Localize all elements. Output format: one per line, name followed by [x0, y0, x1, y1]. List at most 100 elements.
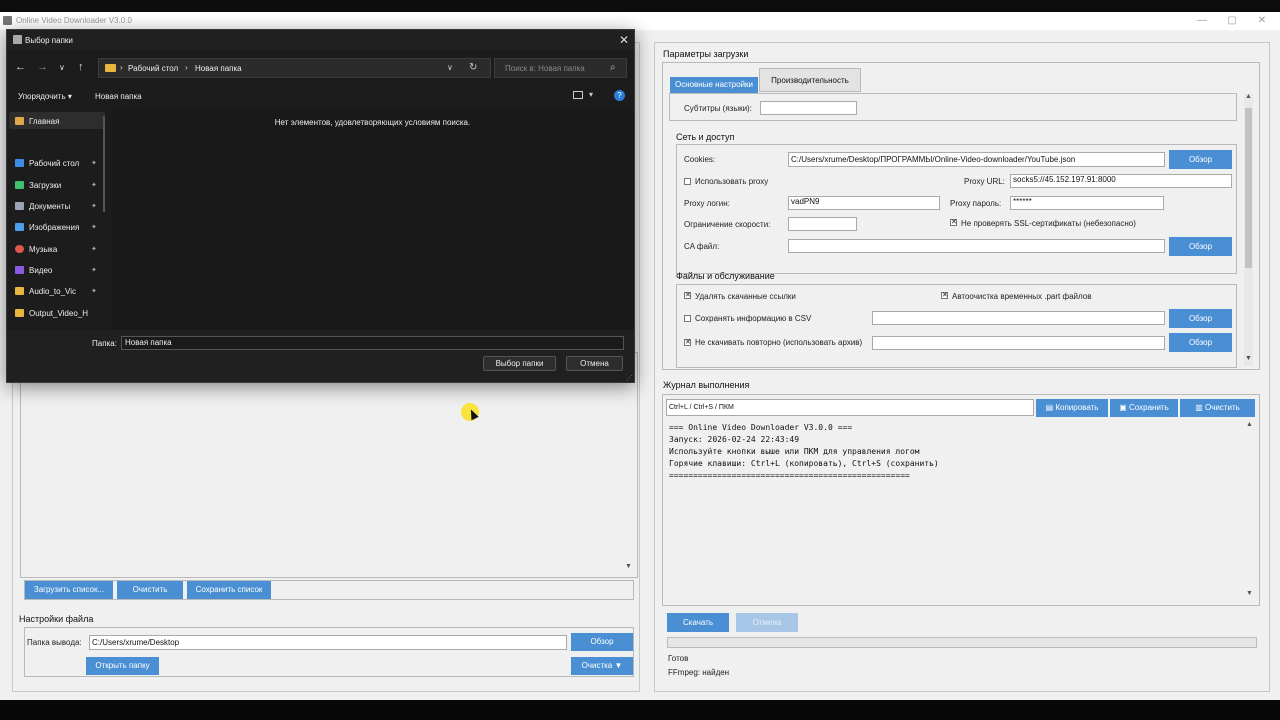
minimize-icon[interactable]: —	[1190, 14, 1214, 28]
speed-limit-input[interactable]	[788, 217, 857, 231]
open-folder-button[interactable]: Открыть папку	[86, 657, 159, 675]
delete-links-checkbox[interactable]: ✕	[684, 292, 691, 299]
clear-list-button[interactable]: Очистить	[117, 581, 183, 599]
autoclean-label: Автоочистка временных .part файлов	[952, 292, 1092, 301]
cookies-input[interactable]: C:/Users/xrume/Desktop/ПРОГРАММЫ/Online-…	[788, 152, 1165, 167]
dialog-app-icon	[13, 35, 22, 44]
up-arrow-icon[interactable]: ↑	[78, 61, 84, 73]
log-hint-field: Ctrl+L / Ctrl+S / ПКМ	[666, 399, 1034, 416]
save-icon: ▣	[1119, 403, 1129, 412]
log-copy-button[interactable]: ▤ Копировать	[1036, 399, 1108, 417]
dialog-file-list[interactable]: Нет элементов, удовлетворяющих условиям …	[111, 110, 634, 330]
sidebar-item-audio-folder[interactable]: Audio_to_Vic	[15, 287, 76, 296]
search-icon: ⌕	[610, 62, 616, 73]
save-list-button[interactable]: Сохранить список	[187, 581, 271, 599]
save-csv-checkbox[interactable]	[684, 315, 691, 322]
proxy-password-input[interactable]: ******	[1010, 196, 1164, 210]
pin-icon: ✦	[91, 160, 97, 167]
back-arrow-icon[interactable]: ←	[15, 61, 26, 73]
tab-performance[interactable]: Производительность	[759, 68, 861, 92]
dialog-sidebar: Главная Рабочий стол ✦ Загрузки ✦ Докуме…	[7, 110, 107, 330]
file-settings-title: Настройки файла	[19, 614, 94, 624]
view-dropdown-icon[interactable]: ▾	[589, 90, 593, 99]
progress-bar	[667, 637, 1257, 648]
scroll-down-icon[interactable]: ▼	[625, 563, 632, 570]
params-scrollbar[interactable]	[1244, 94, 1253, 366]
params-scroll-thumb[interactable]	[1245, 108, 1252, 268]
help-icon[interactable]: ?	[614, 90, 625, 101]
forward-arrow-icon[interactable]: →	[37, 61, 48, 73]
new-folder-button[interactable]: Новая папка	[95, 92, 142, 101]
sidebar-item-downloads[interactable]: Загрузки	[15, 181, 61, 190]
ca-file-input[interactable]	[788, 239, 1165, 253]
sidebar-item-desktop[interactable]: Рабочий стол	[15, 159, 79, 168]
scroll-down-icon[interactable]: ▼	[1245, 355, 1252, 362]
sidebar-scrollbar[interactable]	[103, 116, 105, 212]
delete-links-label: Удалять скачанные ссылки	[695, 292, 796, 301]
dialog-close-icon[interactable]: ✕	[619, 33, 629, 47]
ca-browse-button[interactable]: Обзор	[1169, 237, 1232, 256]
subtitles-input[interactable]	[760, 101, 857, 115]
load-list-button[interactable]: Загрузить список...	[25, 581, 113, 599]
cookies-browse-button[interactable]: Обзор	[1169, 150, 1232, 169]
address-dropdown-icon[interactable]: ∨	[447, 63, 453, 72]
subtitles-box	[669, 93, 1237, 121]
cancel-download-button[interactable]: Отмена	[736, 613, 798, 632]
dialog-search-box[interactable]: Поиск в: Новая папка ⌕	[494, 58, 627, 78]
resize-grip-icon[interactable]: ⋰	[626, 374, 633, 382]
maximize-icon[interactable]: ▢	[1220, 14, 1244, 28]
ffmpeg-status: FFmpeg: найден	[668, 668, 730, 677]
folder-name-input[interactable]: Новая папка	[121, 336, 624, 350]
app-icon	[3, 16, 12, 25]
screen-bottom-strip	[0, 700, 1280, 720]
app-titlebar: Online Video Downloader V3.0.0 — ▢ ✕	[0, 12, 1280, 30]
folder-icon	[15, 287, 24, 295]
sidebar-item-documents[interactable]: Документы	[15, 202, 70, 211]
sidebar-item-music[interactable]: Музыка	[15, 245, 57, 254]
proxy-url-label: Proxy URL:	[964, 177, 1005, 186]
log-line: Горячие клавиши: Ctrl+L (копировать), Ct…	[669, 459, 939, 468]
use-proxy-checkbox[interactable]	[684, 178, 691, 185]
no-redownload-checkbox[interactable]: ✕	[684, 339, 691, 346]
log-save-button[interactable]: ▣ Сохранить	[1110, 399, 1178, 417]
sidebar-item-video[interactable]: Видео	[15, 266, 52, 275]
output-browse-button[interactable]: Обзор	[571, 633, 633, 651]
select-folder-button[interactable]: Выбор папки	[483, 356, 556, 371]
refresh-icon[interactable]: ↻	[469, 62, 477, 73]
download-button[interactable]: Скачать	[667, 613, 729, 632]
proxy-login-input[interactable]: vadPN9	[788, 196, 940, 210]
url-list-area[interactable]: ▼	[20, 352, 638, 578]
recent-chevron-icon[interactable]: ∨	[59, 63, 65, 72]
tab-main-settings[interactable]: Основные настройки	[670, 77, 758, 93]
archive-browse-button[interactable]: Обзор	[1169, 333, 1232, 352]
sidebar-item-images[interactable]: Изображения	[15, 223, 79, 232]
log-scroll-down-icon[interactable]: ▼	[1246, 590, 1253, 597]
pin-icon: ✦	[91, 267, 97, 274]
close-icon[interactable]: ✕	[1250, 14, 1274, 28]
cleanup-dropdown-button[interactable]: Очистка ▼	[571, 657, 633, 675]
sidebar-item-home[interactable]: Главная	[15, 117, 59, 126]
proxy-url-input[interactable]: socks5://45.152.197.91:8000	[1010, 174, 1232, 188]
view-mode-icon[interactable]	[573, 91, 583, 99]
csv-path-input[interactable]	[872, 311, 1165, 325]
music-icon	[15, 245, 24, 253]
address-bar[interactable]: › Рабочий стол › Новая папка ∨ ↻	[98, 58, 491, 78]
folder-field-label: Папка:	[92, 339, 117, 348]
output-folder-input[interactable]: C:/Users/xrume/Desktop	[89, 635, 567, 650]
dialog-cancel-button[interactable]: Отмена	[566, 356, 623, 371]
screen-top-strip	[0, 0, 1280, 12]
no-redownload-label: Не скачивать повторно (использовать архи…	[695, 338, 863, 347]
organize-menu[interactable]: Упорядочить ▾	[18, 92, 72, 101]
ssl-checkbox[interactable]: ✕	[950, 219, 957, 226]
csv-browse-button[interactable]: Обзор	[1169, 309, 1232, 328]
trash-icon: ▥	[1195, 403, 1205, 412]
sidebar-item-output-folder[interactable]: Output_Video_H	[15, 309, 88, 318]
breadcrumb-new-folder[interactable]: Новая папка	[195, 64, 242, 73]
archive-path-input[interactable]	[872, 336, 1165, 350]
folder-picker-dialog: Выбор папки ✕ ← → ∨ ↑ › Рабочий стол › Н…	[6, 29, 635, 383]
log-clear-button[interactable]: ▥ Очистить	[1180, 399, 1255, 417]
log-scroll-up-icon[interactable]: ▲	[1246, 421, 1253, 428]
autoclean-checkbox[interactable]: ✕	[941, 292, 948, 299]
breadcrumb-desktop[interactable]: Рабочий стол	[128, 64, 178, 73]
scroll-up-icon[interactable]: ▲	[1245, 93, 1252, 100]
